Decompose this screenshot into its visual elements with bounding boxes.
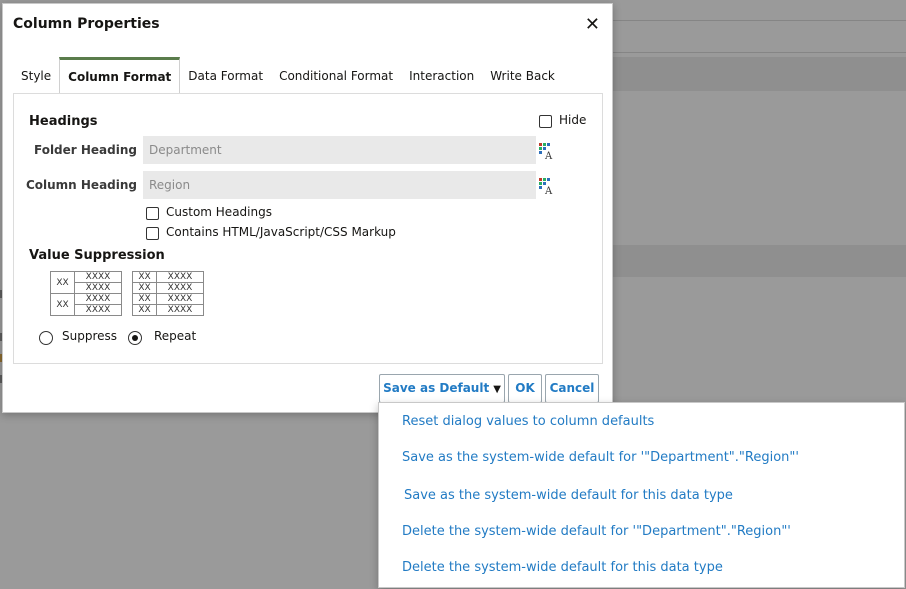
column-heading-field[interactable]: Region [143, 171, 536, 199]
bg-divider [600, 52, 906, 53]
preview-cell: XXXX [74, 271, 122, 283]
preview-cell: XXXX [156, 282, 204, 294]
hide-label: Hide [559, 113, 587, 127]
preview-cell: XX [132, 293, 157, 305]
save-as-default-label: Save as Default [383, 381, 490, 395]
save-as-default-menu: Reset dialog values to column defaults S… [378, 402, 905, 588]
preview-cell: XXXX [156, 304, 204, 316]
column-properties-dialog: Column Properties ✕ Style Column Format … [2, 3, 613, 413]
headings-section-title: Headings [29, 114, 98, 129]
preview-cell: XX [132, 271, 157, 283]
preview-cell: XXXX [74, 293, 122, 305]
bg-divider [600, 20, 906, 21]
menu-item-delete-column-default[interactable]: Delete the system-wide default for '"Dep… [402, 524, 791, 539]
close-icon[interactable]: ✕ [585, 14, 600, 35]
preview-cell: XXXX [156, 271, 204, 283]
tab-column-format[interactable]: Column Format [59, 57, 181, 94]
preview-cell: XX [50, 271, 75, 294]
hide-checkbox[interactable] [539, 115, 552, 128]
html-markup-checkbox[interactable] [146, 227, 159, 240]
tab-interaction[interactable]: Interaction [401, 57, 482, 94]
repeat-radio[interactable] [128, 331, 142, 345]
chevron-down-icon: ▼ [493, 384, 501, 395]
dialog-title: Column Properties [13, 16, 160, 32]
repeat-preview: XX XXXX XX XXXX XX XXXX XX XXXX [132, 271, 204, 316]
bg-header-strip [600, 57, 906, 91]
preview-cell: XX [132, 304, 157, 316]
repeat-label: Repeat [154, 329, 197, 343]
ok-button[interactable]: OK [508, 374, 542, 403]
menu-item-save-column-default[interactable]: Save as the system-wide default for '"De… [402, 450, 799, 465]
preview-cell: XXXX [156, 293, 204, 305]
custom-headings-label: Custom Headings [166, 205, 272, 219]
folder-heading-field[interactable]: Department [143, 136, 536, 164]
tab-write-back[interactable]: Write Back [482, 57, 563, 94]
preview-cell: XXXX [74, 282, 122, 294]
value-suppression-title: Value Suppression [29, 248, 165, 263]
tab-bar: Style Column Format Data Format Conditio… [13, 57, 563, 94]
cancel-button[interactable]: Cancel [545, 374, 599, 403]
format-heading-icon[interactable]: A [539, 178, 555, 194]
column-format-panel: Headings Hide Folder Heading Department … [13, 93, 603, 364]
folder-heading-label: Folder Heading [33, 143, 137, 157]
bg-header-strip [600, 245, 906, 277]
tab-conditional-format[interactable]: Conditional Format [271, 57, 401, 94]
menu-item-reset-defaults[interactable]: Reset dialog values to column defaults [402, 414, 654, 429]
preview-cell: XX [132, 282, 157, 294]
format-heading-icon[interactable]: A [539, 143, 555, 159]
preview-cell: XX [50, 293, 75, 316]
suppress-label: Suppress [62, 329, 118, 343]
suppress-radio[interactable] [39, 331, 53, 345]
save-as-default-button[interactable]: Save as Default ▼ [379, 374, 505, 403]
column-heading-label: Column Heading [25, 178, 137, 192]
preview-cell: XXXX [74, 304, 122, 316]
menu-item-delete-datatype-default[interactable]: Delete the system-wide default for this … [402, 560, 723, 575]
tab-style[interactable]: Style [13, 57, 59, 94]
tab-data-format[interactable]: Data Format [180, 57, 271, 94]
menu-item-save-datatype-default[interactable]: Save as the system-wide default for this… [404, 488, 733, 503]
suppress-preview: XX XXXX XXXX XX XXXX XXXX [50, 271, 122, 316]
custom-headings-checkbox[interactable] [146, 207, 159, 220]
html-markup-label: Contains HTML/JavaScript/CSS Markup [166, 225, 396, 239]
svg-text:A: A [544, 186, 553, 194]
svg-text:A: A [544, 151, 553, 159]
